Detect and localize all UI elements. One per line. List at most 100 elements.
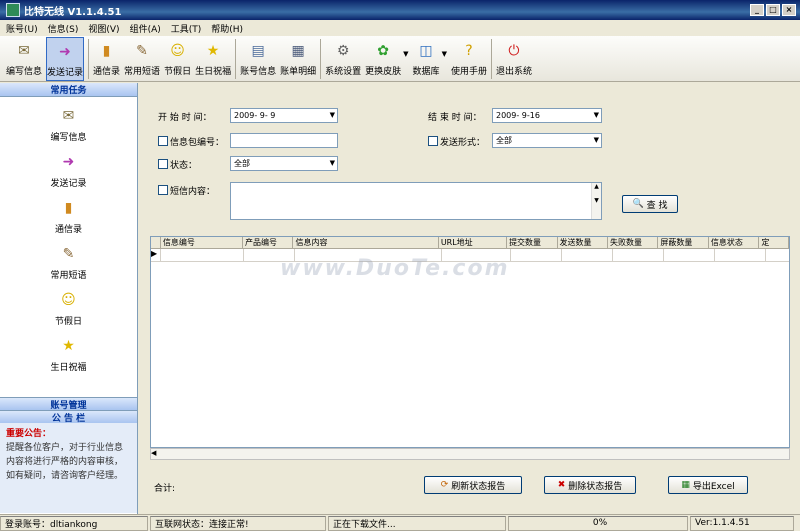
toolbar-document-button[interactable]: ▤ 账号信息	[240, 37, 276, 81]
content-checkbox[interactable]	[158, 185, 168, 195]
status-checkbox[interactable]	[158, 159, 168, 169]
bulletin-section[interactable]: 公 告 栏	[0, 410, 137, 424]
toolbar-button-label: 编写信息	[6, 67, 43, 77]
package-no-label: 信息包编号：	[170, 138, 225, 148]
column-header[interactable]: 失败数量	[608, 237, 659, 248]
export-excel-button[interactable]: ▦ 导出Excel	[668, 476, 748, 494]
notice-text: 提醒各位客户，对于行业信息内容将进行严格的内容审核，如有疑问，请咨询客户经理。	[6, 443, 124, 481]
sidebar-item-label: 编写信息	[50, 133, 87, 143]
sidebar-item-star[interactable]: ★ 生日祝福	[50, 335, 86, 373]
column-header[interactable]: 屏蔽数量	[658, 237, 709, 248]
maximize-button[interactable]: □	[766, 4, 780, 16]
menu-bar: 账号(U) 信息(S) 视图(V) 组件(A) 工具(T) 帮助(H)	[0, 20, 800, 36]
app-icon	[6, 3, 20, 17]
minimize-button[interactable]: _	[750, 4, 764, 16]
package-no-checkbox[interactable]	[158, 136, 168, 146]
sidebar-item-envelope[interactable]: ✉ 编写信息	[50, 105, 86, 143]
column-header[interactable]: 发送数量	[558, 237, 608, 248]
column-header[interactable]: URL地址	[439, 237, 508, 248]
database-icon: ◫	[419, 43, 433, 59]
notebook-icon: ✎	[62, 246, 75, 262]
sidebar-item-send-record[interactable]: ➜ 发送记录	[50, 151, 86, 189]
send-mode-select[interactable]: 全部 ▼	[492, 133, 602, 148]
keyboard-icon: ▦	[291, 43, 305, 59]
send-mode-checkbox[interactable]	[428, 136, 438, 146]
toolbar-database-button[interactable]: ◫ 数据库	[413, 37, 440, 81]
dropdown-arrow-icon[interactable]: ▼	[442, 50, 447, 58]
toolbar-button-label: 节假日	[164, 67, 192, 77]
toolbar-address-book-button[interactable]: ▮ 通信录	[93, 37, 120, 81]
column-header[interactable]: 定	[759, 237, 789, 248]
excel-icon: ▦	[681, 480, 690, 490]
power-icon: ⏻	[508, 43, 520, 59]
toolbar-separator	[490, 39, 492, 79]
status-progress: 0%	[508, 515, 688, 531]
chevron-down-icon: ▼	[329, 159, 335, 167]
document-icon: ▤	[251, 43, 265, 59]
row-pointer-icon: ▶	[151, 249, 161, 261]
help-book-icon: ?	[465, 43, 473, 59]
account-management-section[interactable]: 账号管理	[0, 397, 137, 411]
package-no-input[interactable]	[230, 133, 338, 148]
sidebar-item-label: 通信录	[54, 225, 82, 235]
sidebar-item-smiley[interactable]: ☺ 节假日	[55, 289, 82, 327]
toolbar-send-record-button[interactable]: ➜ 发送记录	[46, 37, 85, 81]
close-button[interactable]: ×	[782, 4, 796, 16]
column-header[interactable]: 产品编号	[243, 237, 294, 248]
menu-components[interactable]: 组件(A)	[130, 22, 161, 35]
notebook-icon: ✎	[136, 43, 148, 59]
total-label: 合计:	[154, 484, 176, 494]
menu-account[interactable]: 账号(U)	[6, 22, 38, 35]
send-record-icon: ➜	[59, 44, 71, 60]
content-textarea[interactable]: ▲ ▼	[230, 182, 602, 220]
sidebar-item-notebook[interactable]: ✎ 常用短语	[50, 243, 86, 281]
table-header: 信息编号 产品编号 信息内容 URL地址 提交数量 发送数量 失败数量 屏蔽数量…	[151, 237, 789, 249]
search-button[interactable]: 🔍 查 找	[622, 195, 678, 213]
refresh-report-button[interactable]: ⟳ 刷新状态报告	[424, 476, 522, 494]
address-book-icon: ▮	[64, 200, 73, 216]
status-select[interactable]: 全部 ▼	[230, 156, 338, 171]
table-horizontal-scrollbar[interactable]: ◀	[150, 448, 790, 460]
column-header[interactable]: 信息内容	[293, 237, 439, 248]
toolbar-separator	[235, 39, 237, 79]
sidebar-header[interactable]: 常用任务	[0, 83, 137, 97]
dropdown-arrow-icon[interactable]: ▼	[403, 50, 408, 58]
menu-view[interactable]: 视图(V)	[88, 22, 119, 35]
toolbar-power-button[interactable]: ⏻ 退出系统	[496, 37, 532, 81]
end-time-value: 2009- 9-16	[496, 111, 540, 120]
end-time-picker[interactable]: 2009- 9-16 ▼	[492, 108, 602, 123]
chevron-down-icon: ▼	[593, 136, 599, 144]
toolbar-button-label: 常用短语	[124, 67, 161, 77]
status-bar: 登录账号：dltiankong 互联网状态：连接正常! 正在下载文件... 0%…	[0, 514, 800, 531]
refresh-report-label: 刷新状态报告	[451, 481, 506, 492]
sidebar-item-label: 生日祝福	[50, 363, 87, 373]
toolbar-button-label: 生日祝福	[195, 67, 232, 77]
column-header[interactable]: 信息编号	[161, 237, 243, 248]
menu-tools[interactable]: 工具(T)	[171, 22, 202, 35]
toolbar-button-label: 系统设置	[325, 67, 362, 77]
start-time-picker[interactable]: 2009- 9- 9 ▼	[230, 108, 338, 123]
menu-help[interactable]: 帮助(H)	[211, 22, 243, 35]
start-time-value: 2009- 9- 9	[234, 111, 276, 120]
row-indicator-header	[151, 237, 161, 248]
toolbar-keyboard-button[interactable]: ▦ 账单明细	[280, 37, 316, 81]
sidebar-item-address-book[interactable]: ▮ 通信录	[55, 197, 82, 235]
toolbar-notebook-button[interactable]: ✎ 常用短语	[124, 37, 160, 81]
toolbar-smiley-button[interactable]: ☺ 节假日	[164, 37, 191, 81]
delete-report-button[interactable]: ✖ 删除状态报告	[544, 476, 636, 494]
envelope-icon: ✉	[62, 108, 75, 124]
export-excel-label: 导出Excel	[692, 481, 735, 492]
status-value: 全部	[234, 159, 250, 168]
delete-icon: ✖	[557, 480, 566, 490]
toolbar-button-label: 数据库	[412, 67, 440, 77]
menu-info[interactable]: 信息(S)	[48, 22, 79, 35]
chevron-down-icon: ▼	[593, 111, 599, 119]
toolbar-star-button[interactable]: ★ 生日祝福	[195, 37, 231, 81]
column-header[interactable]: 提交数量	[507, 237, 558, 248]
content-scrollbar[interactable]: ▲ ▼	[591, 183, 601, 219]
column-header[interactable]: 信息状态	[709, 237, 760, 248]
toolbar-gears-button[interactable]: ⚙ 系统设置	[325, 37, 361, 81]
toolbar-skin-button[interactable]: ✿ 更换皮肤	[365, 37, 401, 81]
toolbar-envelope-button[interactable]: ✉ 编写信息	[6, 37, 42, 81]
toolbar-help-book-button[interactable]: ? 使用手册	[451, 37, 487, 81]
